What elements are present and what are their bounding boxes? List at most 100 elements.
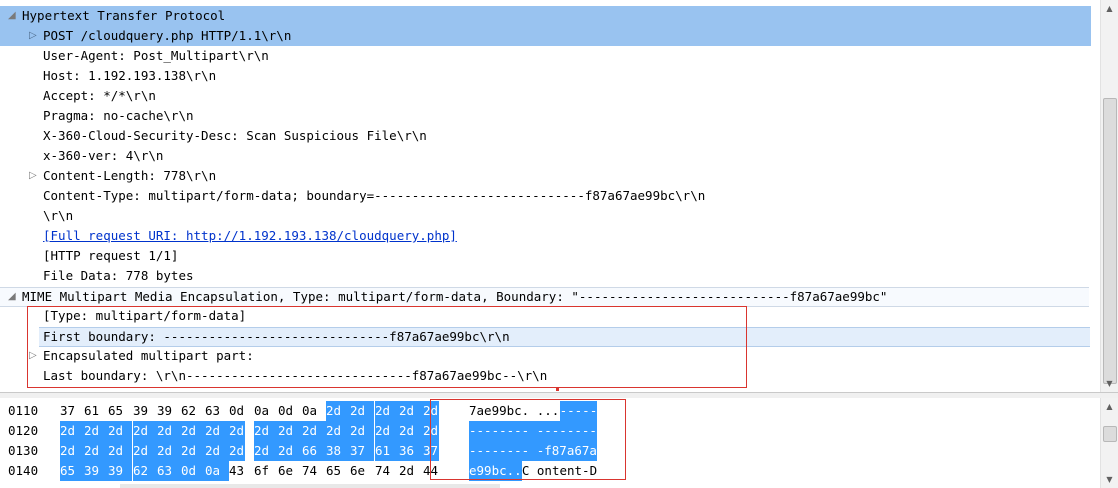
hex-byte[interactable]: 74 xyxy=(375,461,399,481)
hex-byte[interactable]: 2d xyxy=(229,441,245,461)
hex-byte[interactable]: 37 xyxy=(423,441,439,461)
tree-item-first-boundary[interactable]: First boundary: ------------------------… xyxy=(39,327,1090,347)
hex-byte[interactable]: 2d xyxy=(399,401,423,421)
tree-item-user-agent[interactable]: User-Agent: Post_Multipart\r\n xyxy=(0,46,1091,66)
hex-byte[interactable]: 2d xyxy=(302,421,326,441)
hex-byte[interactable]: 2d xyxy=(108,421,132,441)
collapse-icon[interactable]: ◢ xyxy=(8,6,16,26)
scrollbar-thumb[interactable] xyxy=(1103,98,1117,384)
hex-byte[interactable]: 2d xyxy=(157,421,181,441)
hex-byte[interactable]: 2d xyxy=(278,441,302,461)
hex-byte[interactable]: 2d xyxy=(181,421,205,441)
hex-byte[interactable]: 2d xyxy=(254,421,278,441)
hex-byte[interactable]: 2d xyxy=(229,421,245,441)
tree-item-post-line[interactable]: ▷ POST /cloudquery.php HTTP/1.1\r\n xyxy=(0,26,1091,46)
hex-byte[interactable]: 61 xyxy=(375,441,399,461)
ascii-segment[interactable]: C ontent-D xyxy=(522,461,597,481)
tree-item-mime-type[interactable]: [Type: multipart/form-data] xyxy=(0,306,1091,326)
hex-byte[interactable]: 2d xyxy=(423,421,439,441)
full-request-uri-link[interactable]: [Full request URI: http://1.192.193.138/… xyxy=(43,226,457,246)
hex-byte[interactable]: 0a xyxy=(254,401,278,421)
hex-row[interactable]: 0130 2d 2d 2d 2d 2d 2d 2d 2d 2d 2d 66 38 37 61 36 37 ----… xyxy=(0,441,1100,461)
hex-byte[interactable]: 6f xyxy=(254,461,278,481)
hex-byte[interactable]: 2d xyxy=(399,421,423,441)
hex-scrollbar[interactable]: ▲ ▼ xyxy=(1100,398,1118,488)
tree-item-http-request[interactable]: [HTTP request 1/1] xyxy=(0,246,1091,266)
ascii-segment[interactable]: e99bc.. xyxy=(469,461,522,481)
hex-byte[interactable]: 63 xyxy=(205,401,229,421)
hex-byte[interactable]: 62 xyxy=(133,461,157,481)
hex-byte[interactable]: 2d xyxy=(108,441,132,461)
hex-row[interactable]: 0140 65 39 39 62 63 0d 0a 43 6f 6e 74 65 6e 74 2d 44 e99b… xyxy=(0,461,1100,481)
hex-byte[interactable]: 2d xyxy=(133,421,157,441)
tree-item-x360-ver[interactable]: x-360-ver: 4\r\n xyxy=(0,146,1091,166)
scroll-down-icon[interactable]: ▼ xyxy=(1101,375,1118,392)
tree-item-mime[interactable]: ◢ MIME Multipart Media Encapsulation, Ty… xyxy=(0,287,1089,307)
hex-byte[interactable]: 65 xyxy=(108,401,132,421)
hex-byte[interactable]: 2d xyxy=(254,441,278,461)
hex-byte[interactable]: 2d xyxy=(181,441,205,461)
hex-byte[interactable]: 6e xyxy=(350,461,374,481)
hex-byte[interactable]: 0d xyxy=(278,401,302,421)
tree-item-file-data[interactable]: File Data: 778 bytes xyxy=(0,266,1091,286)
horizontal-scrollbar[interactable] xyxy=(120,484,500,488)
scroll-up-icon[interactable]: ▲ xyxy=(1101,398,1118,415)
hex-byte[interactable]: 37 xyxy=(60,401,84,421)
hex-byte[interactable]: 2d xyxy=(84,441,108,461)
hex-byte[interactable]: 44 xyxy=(423,461,439,481)
hex-byte[interactable]: 2d xyxy=(423,401,439,421)
collapse-icon[interactable]: ◢ xyxy=(8,288,16,306)
hex-byte[interactable]: 6e xyxy=(278,461,302,481)
hex-byte[interactable]: 2d xyxy=(375,421,399,441)
hex-byte[interactable]: 37 xyxy=(350,441,374,461)
hex-byte[interactable]: 39 xyxy=(157,401,181,421)
tree-item-x360-desc[interactable]: X-360-Cloud-Security-Desc: Scan Suspicio… xyxy=(0,126,1091,146)
hex-byte[interactable]: 2d xyxy=(205,441,229,461)
hex-byte[interactable]: 0a xyxy=(205,461,229,481)
hex-byte[interactable]: 39 xyxy=(84,461,108,481)
hex-byte[interactable]: 43 xyxy=(229,461,245,481)
hex-byte[interactable]: 66 xyxy=(302,441,326,461)
hex-byte[interactable]: 0d xyxy=(229,401,245,421)
hex-row[interactable]: 0120 2d 2d 2d 2d 2d 2d 2d 2d 2d 2d 2d 2d 2d 2d 2d 2d ----… xyxy=(0,421,1100,441)
scrollbar-thumb[interactable] xyxy=(1103,426,1117,442)
packet-bytes-pane[interactable]: 0110 37 61 65 39 39 62 63 0d 0a 0d 0a 2d 2d 2d 2d 2d 7ae9… xyxy=(0,398,1118,488)
hex-byte[interactable]: 2d xyxy=(375,401,399,421)
scroll-up-icon[interactable]: ▲ xyxy=(1101,0,1118,17)
hex-byte[interactable]: 2d xyxy=(60,421,84,441)
hex-byte[interactable]: 0a xyxy=(302,401,326,421)
tree-item-host[interactable]: Host: 1.192.193.138\r\n xyxy=(0,66,1091,86)
tree-item-encapsulated[interactable]: ▷ Encapsulated multipart part: xyxy=(0,346,1091,366)
hex-byte[interactable]: 2d xyxy=(133,441,157,461)
hex-row[interactable]: 0110 37 61 65 39 39 62 63 0d 0a 0d 0a 2d 2d 2d 2d 2d 7ae9… xyxy=(0,401,1100,421)
tree-item-crlf[interactable]: \r\n xyxy=(0,206,1091,226)
ascii-segment[interactable]: ----- xyxy=(559,401,598,421)
hex-byte[interactable]: 2d xyxy=(157,441,181,461)
hex-byte[interactable]: 39 xyxy=(133,401,157,421)
hex-byte[interactable]: 2d xyxy=(350,401,374,421)
packet-details-pane[interactable]: ◢ Hypertext Transfer Protocol ▷ POST /cl… xyxy=(0,0,1118,392)
hex-byte[interactable]: 65 xyxy=(60,461,84,481)
ascii-segment[interactable]: -------- -f87a67a xyxy=(469,441,597,461)
tree-item-accept[interactable]: Accept: */*\r\n xyxy=(0,86,1091,106)
hex-byte[interactable]: 38 xyxy=(326,441,350,461)
hex-byte[interactable]: 65 xyxy=(326,461,350,481)
tree-item-pragma[interactable]: Pragma: no-cache\r\n xyxy=(0,106,1091,126)
hex-byte[interactable]: 63 xyxy=(157,461,181,481)
hex-byte[interactable]: 2d xyxy=(326,401,350,421)
hex-byte[interactable]: 2d xyxy=(60,441,84,461)
tree-item-content-length[interactable]: ▷ Content-Length: 778\r\n xyxy=(0,166,1091,186)
hex-byte[interactable]: 2d xyxy=(399,461,423,481)
expand-icon[interactable]: ▷ xyxy=(29,166,37,186)
hex-byte[interactable]: 61 xyxy=(84,401,108,421)
hex-byte[interactable]: 62 xyxy=(181,401,205,421)
hex-byte[interactable]: 2d xyxy=(350,421,374,441)
expand-icon[interactable]: ▷ xyxy=(29,26,37,46)
tree-item-content-type[interactable]: Content-Type: multipart/form-data; bound… xyxy=(0,186,1091,206)
hex-byte[interactable]: 0d xyxy=(181,461,205,481)
hex-byte[interactable]: 39 xyxy=(108,461,132,481)
hex-byte[interactable]: 74 xyxy=(302,461,326,481)
tree-item-full-uri[interactable]: [Full request URI: http://1.192.193.138/… xyxy=(0,226,1091,246)
hex-byte[interactable]: 2d xyxy=(326,421,350,441)
hex-byte[interactable]: 36 xyxy=(399,441,423,461)
